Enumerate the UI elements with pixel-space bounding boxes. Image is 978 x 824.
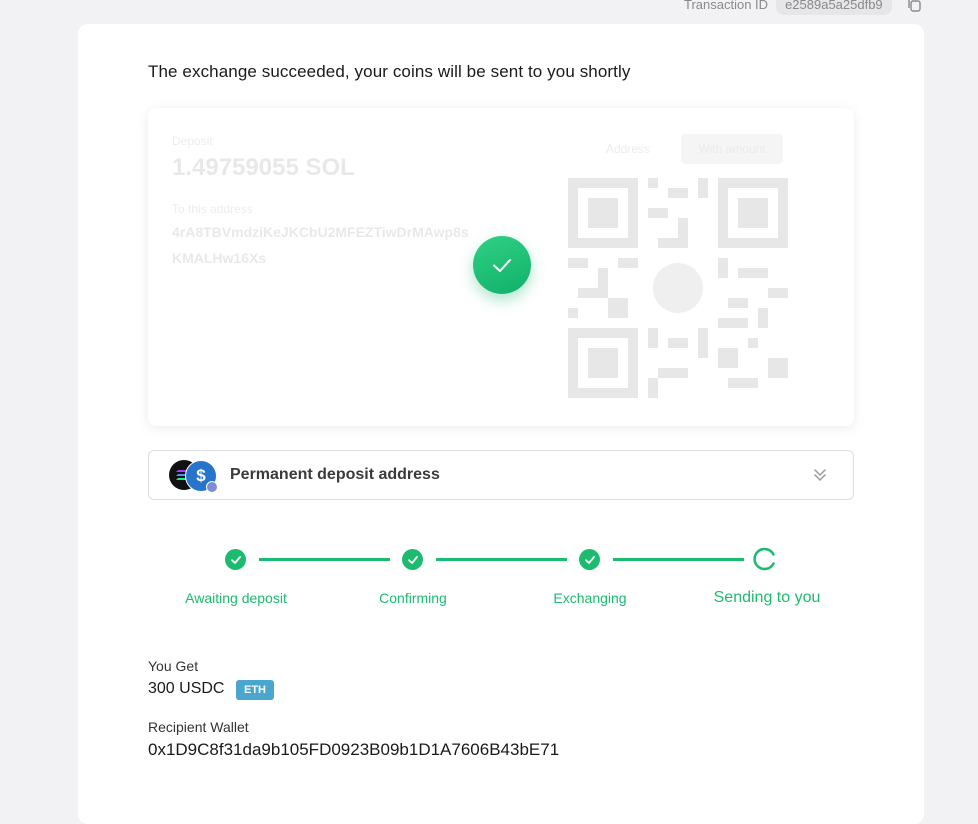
network-badge: ETH [236,680,274,700]
deposit-address-line-2: KMALHw16Xs [172,250,267,266]
step-done-icon [579,549,600,570]
deposit-panel: Deposit 1.49759055 SOL To this address 4… [148,108,854,426]
recipient-wallet-value: 0x1D9C8f31da9b105FD0923B09b1D1A7606B43bE… [148,740,560,759]
deposit-amount: 1.49759055 SOL [172,154,355,181]
step-label-awaiting-deposit: Awaiting deposit [185,590,287,606]
page-title: The exchange succeeded, your coins will … [148,62,631,81]
step-label-exchanging: Exchanging [553,590,627,606]
permanent-deposit-label: Permanent deposit address [230,466,440,483]
copy-icon[interactable] [906,0,922,13]
step-connector [436,558,567,561]
transaction-id-value: e2589a5a25dfb9 [776,0,892,15]
transaction-id-bar: Transaction ID e2589a5a25dfb9 [684,0,921,16]
chevron-double-down-icon[interactable] [813,467,827,483]
qr-code [568,178,788,398]
step-label-sending: Sending to you [713,589,821,606]
deposit-send-label: Deposit [172,134,213,148]
check-icon [493,259,511,272]
coin-pair-icons: $ [167,451,227,499]
step-done-icon [225,549,246,570]
tab-address[interactable]: Address [606,142,650,156]
ethereum-coin-icon [206,481,218,493]
exchange-status-card: The exchange succeeded, your coins will … [78,24,924,824]
step-label-confirming: Confirming [379,590,447,606]
transaction-id-label: Transaction ID [684,0,769,12]
permanent-deposit-address-toggle[interactable]: $ Permanent deposit address [148,450,854,500]
tab-with-amount[interactable]: With amount [681,134,783,164]
spinner-icon [753,547,775,571]
step-done-icon [402,549,423,570]
step-connector [259,558,390,561]
deposit-address-label: To this address [172,202,253,216]
success-badge [473,236,531,294]
exchange-progress: Awaiting deposit Confirming Exchanging S… [148,546,854,616]
you-get-label: You Get [148,658,199,674]
step-connector [613,558,744,561]
recipient-wallet-label: Recipient Wallet [148,719,249,735]
you-get-value: 300 USDC [148,680,225,697]
deposit-address-line-1: 4rA8TBVmdziKeJKCbU2MFEZTiwDrMAwp8s [172,224,469,240]
